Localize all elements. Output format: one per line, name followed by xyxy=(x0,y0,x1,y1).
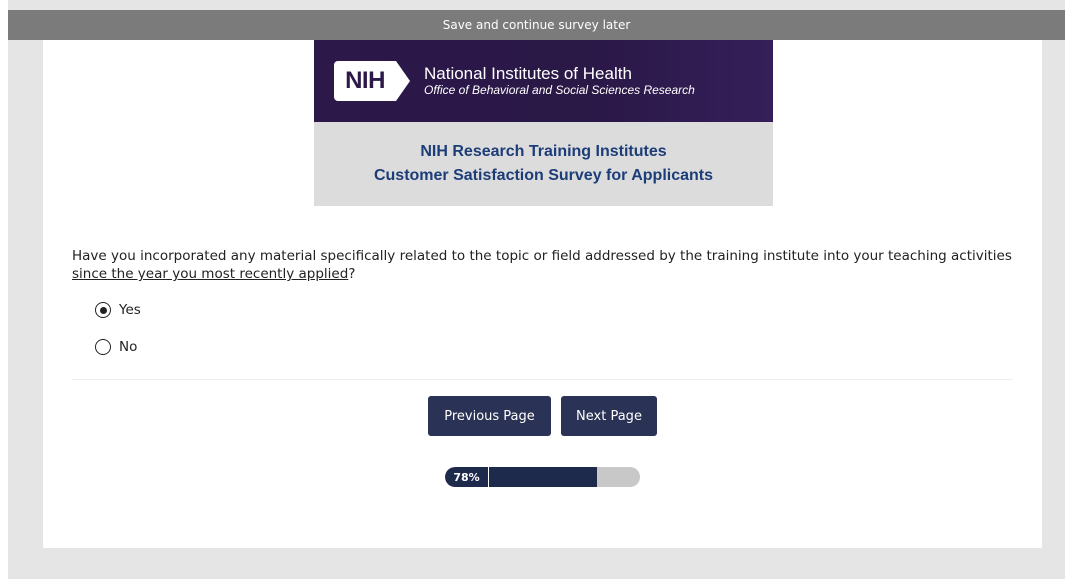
question-text-end: ? xyxy=(348,266,356,282)
nih-logo-wordmark: National Institutes of Health Office of … xyxy=(424,64,695,98)
progress-bar: 78% xyxy=(445,467,640,487)
survey-card: NIH National Institutes of Health Office… xyxy=(43,40,1042,548)
radio-selected-icon[interactable] xyxy=(95,302,111,318)
nih-logo: NIH National Institutes of Health Office… xyxy=(334,61,695,101)
nih-logo-box: NIH xyxy=(334,61,396,101)
save-later-label: Save and continue survey later xyxy=(442,18,631,32)
radio-empty-icon[interactable] xyxy=(95,339,111,355)
section-divider xyxy=(72,379,1013,380)
nih-logo-text: NIH xyxy=(345,67,385,94)
survey-banner: NIH National Institutes of Health Office… xyxy=(314,40,773,206)
option-yes-label: Yes xyxy=(119,302,141,318)
question-text-underlined: since the year you most recently applied xyxy=(72,266,349,282)
previous-page-button[interactable]: Previous Page xyxy=(428,396,551,436)
answer-options: Yes No xyxy=(95,300,141,374)
survey-title-line2: Customer Satisfaction Survey for Applica… xyxy=(373,167,714,184)
option-no-label: No xyxy=(119,339,138,355)
progress-label: 78% xyxy=(445,467,489,487)
save-later-link[interactable]: Save and continue survey later xyxy=(8,10,1065,40)
office-name: Office of Behavioral and Social Sciences… xyxy=(424,83,695,97)
option-no[interactable]: No xyxy=(95,337,141,357)
nih-logo-arrow-icon xyxy=(396,61,410,101)
org-name: National Institutes of Health xyxy=(424,64,632,83)
survey-title-line1: NIH Research Training Institutes xyxy=(420,143,667,160)
question-text-start: Have you incorporated any material speci… xyxy=(72,248,1012,264)
survey-title-block: NIH Research Training Institutes Custome… xyxy=(314,122,773,206)
next-page-button[interactable]: Next Page xyxy=(561,396,657,436)
question-text: Have you incorporated any material speci… xyxy=(72,247,1012,283)
page-navigation: Previous Page Next Page xyxy=(428,396,667,436)
nih-header: NIH National Institutes of Health Office… xyxy=(314,40,773,122)
option-yes[interactable]: Yes xyxy=(95,300,141,320)
